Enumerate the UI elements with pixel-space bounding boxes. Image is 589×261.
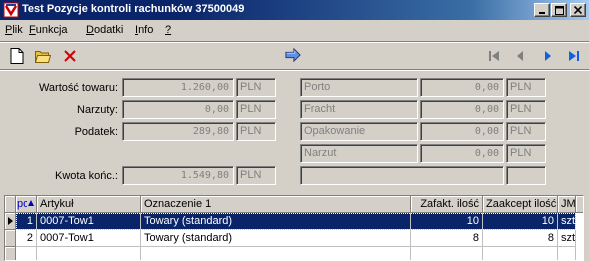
- porto-name-field: Porto: [300, 78, 418, 97]
- cell-oznaczenie: Towary (standard): [141, 230, 411, 247]
- close-icon: [574, 6, 582, 14]
- cell-zafakt: 10: [411, 213, 483, 230]
- freight-name-field: Fracht: [300, 100, 418, 119]
- empty-row: [5, 247, 583, 260]
- minimize-icon: [539, 12, 545, 14]
- surcharges-field: 0,00: [122, 100, 234, 119]
- toolbar-separator-light: [0, 70, 589, 71]
- close-window-button[interactable]: [570, 3, 586, 17]
- total-amount-label: Kwota końc.:: [55, 170, 118, 182]
- tax-currency: PLN: [236, 122, 276, 141]
- column-header-poz[interactable]: poz: [16, 196, 37, 213]
- empty-cell: [16, 247, 37, 260]
- extra-currency-field: [506, 166, 546, 185]
- maximize-button[interactable]: [551, 3, 567, 17]
- freight-value-field: 0,00: [420, 100, 504, 119]
- menu-info[interactable]: Info: [135, 24, 153, 36]
- delete-icon[interactable]: [62, 48, 78, 64]
- menu-plik[interactable]: Plik: [5, 24, 23, 36]
- table-row[interactable]: 2 0007-Tow1 Towary (standard) 8 8 szt: [5, 230, 583, 247]
- porto-value-field: 0,00: [420, 78, 504, 97]
- cell-oznaczenie: Towary (standard): [141, 213, 411, 230]
- surcharges-currency: PLN: [236, 100, 276, 119]
- row-indicator: [5, 230, 16, 247]
- cell-poz: 1: [16, 213, 37, 230]
- new-document-icon[interactable]: [9, 48, 25, 64]
- cell-zaakcept: 8: [483, 230, 558, 247]
- minimize-button[interactable]: [534, 3, 550, 17]
- packaging-currency: PLN: [506, 122, 546, 141]
- column-header-poz-label: poz: [17, 198, 27, 210]
- porto-currency: PLN: [506, 78, 546, 97]
- menu-funkcja[interactable]: Funkcja: [29, 24, 68, 36]
- open-folder-icon[interactable]: [35, 48, 51, 64]
- packaging-value-field: 0,00: [420, 122, 504, 141]
- current-row-icon: [8, 217, 13, 225]
- surcharge-currency: PLN: [506, 144, 546, 163]
- empty-cell: [141, 247, 411, 260]
- menu-dodatki[interactable]: Dodatki: [86, 24, 123, 36]
- cell-jm: szt: [558, 213, 576, 230]
- goods-value-field: 1.260,00: [122, 78, 234, 97]
- row-indicator: [5, 213, 16, 230]
- cell-jm: szt: [558, 230, 576, 247]
- sort-ascending-icon: [28, 200, 34, 206]
- cell-artykul: 0007-Tow1: [37, 230, 141, 247]
- total-amount-currency: PLN: [236, 166, 276, 185]
- previous-record-icon[interactable]: [512, 48, 528, 64]
- empty-cell: [37, 247, 141, 260]
- cell-artykul: 0007-Tow1: [37, 213, 141, 230]
- title-bar[interactable]: Test Pozycje kontroli rachunków 37500049: [0, 0, 589, 20]
- goods-value-label: Wartość towaru:: [38, 82, 118, 94]
- positions-grid[interactable]: poz Artykuł Oznaczenie 1 Zafakt. ilość Z…: [4, 195, 584, 261]
- window-title: Test Pozycje kontroli rachunków 37500049: [22, 3, 245, 15]
- grid-corner: [5, 196, 16, 213]
- column-header-zafakt[interactable]: Zafakt. ilość: [411, 196, 483, 213]
- extra-name-field: [300, 166, 504, 185]
- table-row[interactable]: 1 0007-Tow1 Towary (standard) 10 10 szt: [5, 213, 583, 230]
- tax-field: 289,80: [122, 122, 234, 141]
- first-record-icon[interactable]: [486, 48, 502, 64]
- freight-currency: PLN: [506, 100, 546, 119]
- cell-zafakt: 8: [411, 230, 483, 247]
- column-header-zaakcept[interactable]: Zaakcept ilość: [483, 196, 558, 213]
- last-record-icon[interactable]: [566, 48, 582, 64]
- menu-help[interactable]: ?: [165, 24, 171, 36]
- surcharge-value-field: 0,00: [420, 144, 504, 163]
- column-header-oznaczenie[interactable]: Oznaczenie 1: [141, 196, 411, 213]
- empty-cell: [558, 247, 576, 260]
- grid-header-filler: [576, 196, 583, 213]
- cell-poz: 2: [16, 230, 37, 247]
- app-icon: [3, 2, 19, 18]
- empty-cell: [411, 247, 483, 260]
- column-header-artykul[interactable]: Artykuł: [37, 196, 141, 213]
- cell-zaakcept: 10: [483, 213, 558, 230]
- menu-separator-light: [0, 42, 589, 43]
- maximize-icon: [554, 5, 564, 15]
- surcharge-name-field: Narzut: [300, 144, 418, 163]
- packaging-name-field: Opakowanie: [300, 122, 418, 141]
- goods-value-currency: PLN: [236, 78, 276, 97]
- row-indicator: [5, 247, 16, 260]
- execute-icon[interactable]: [285, 47, 301, 63]
- tax-label: Podatek:: [74, 126, 118, 138]
- empty-cell: [483, 247, 558, 260]
- surcharges-label: Narzuty:: [77, 104, 118, 116]
- next-record-icon[interactable]: [540, 48, 556, 64]
- total-amount-field: 1.549,80: [122, 166, 234, 185]
- column-header-jm[interactable]: JM: [558, 196, 576, 213]
